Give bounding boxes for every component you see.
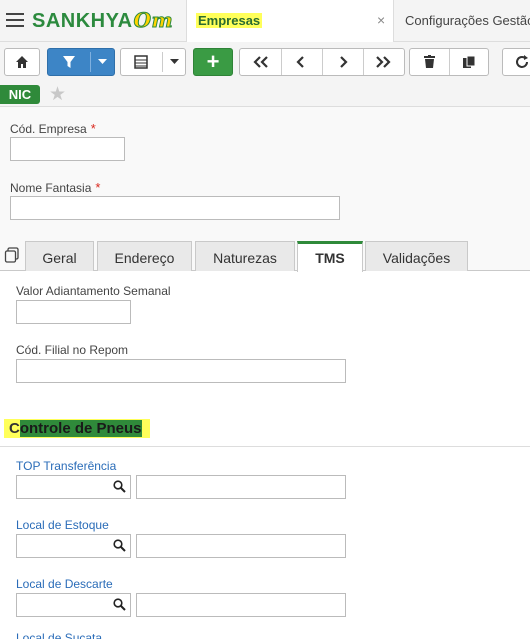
label-text: Cód. Empresa <box>10 122 87 136</box>
cod-empresa-input[interactable] <box>10 137 125 161</box>
top-transferencia-input[interactable] <box>16 475 131 499</box>
first-icon[interactable] <box>252 56 270 68</box>
home-icon <box>16 56 28 68</box>
chevron-down-icon[interactable] <box>98 59 107 65</box>
home-button[interactable] <box>4 48 40 76</box>
toolbar: + <box>0 42 530 82</box>
section-title: Controle de Pneus <box>4 419 150 438</box>
valor-adiantamento-label: Valor Adiantamento Semanal <box>16 284 171 298</box>
cod-empresa-label: Cód. Empresa * <box>10 121 96 136</box>
local-descarte-label[interactable]: Local de Descarte <box>16 577 113 591</box>
last-icon[interactable] <box>374 56 392 68</box>
tab-tms[interactable]: TMS <box>297 241 363 272</box>
brand-suffix: Om <box>133 8 174 33</box>
refresh-icon <box>516 55 528 68</box>
prev-icon[interactable] <box>296 56 306 68</box>
separator <box>449 49 450 75</box>
app-header: SANKHYAOm Empresas × Configurações Gestã… <box>0 0 530 42</box>
close-icon[interactable]: × <box>377 12 385 28</box>
add-button[interactable]: + <box>193 48 233 76</box>
tab-endereco[interactable]: Endereço <box>97 241 192 271</box>
required-mark: * <box>95 180 101 195</box>
brand-text: SANKHYA <box>32 10 133 32</box>
nome-fantasia-input[interactable] <box>10 196 340 220</box>
brand-logo: SANKHYAOm <box>32 8 173 34</box>
record-bar: NIC ★ <box>0 82 530 107</box>
filter-icon <box>63 56 75 68</box>
star-icon[interactable]: ★ <box>49 83 66 106</box>
local-descarte-input[interactable] <box>16 593 131 617</box>
chevron-down-icon[interactable] <box>170 59 179 65</box>
separator <box>90 52 91 72</box>
tab-empresas[interactable]: Empresas × <box>186 0 394 42</box>
delete-copy-group <box>409 48 489 76</box>
search-icon[interactable] <box>113 598 126 611</box>
record-badge: NIC <box>0 85 40 104</box>
search-icon[interactable] <box>113 480 126 493</box>
menu-icon[interactable] <box>6 13 24 29</box>
trash-icon[interactable] <box>423 55 436 69</box>
refresh-button[interactable] <box>502 48 530 76</box>
separator <box>162 52 163 72</box>
local-descarte-description[interactable] <box>136 593 346 617</box>
local-sucata-label[interactable]: Local de Sucata <box>16 632 102 639</box>
top-transferencia-label[interactable]: TOP Transferência <box>16 459 116 473</box>
tab-validacoes[interactable]: Validações <box>365 241 468 271</box>
separator <box>363 49 364 75</box>
tab-empresas-label: Empresas <box>196 13 263 28</box>
local-estoque-description[interactable] <box>136 534 346 558</box>
search-icon[interactable] <box>113 539 126 552</box>
section-divider <box>0 446 530 447</box>
copy-icon[interactable] <box>462 55 476 69</box>
separator <box>322 49 323 75</box>
section-title-initial: C <box>9 420 20 437</box>
local-estoque-input[interactable] <box>16 534 131 558</box>
label-text: Nome Fantasia <box>10 181 92 195</box>
separator <box>281 49 282 75</box>
grid-button[interactable] <box>120 48 186 76</box>
top-transferencia-description[interactable] <box>136 475 346 499</box>
filter-button[interactable] <box>47 48 115 76</box>
required-mark: * <box>90 121 96 136</box>
record-navigation <box>239 48 405 76</box>
valor-adiantamento-input[interactable] <box>16 300 131 324</box>
tab-configuracoes[interactable]: Configurações Gestão <box>405 13 530 28</box>
local-estoque-label[interactable]: Local de Estoque <box>16 518 109 532</box>
section-title-text: ontrole de Pneus <box>19 420 142 437</box>
nome-fantasia-label: Nome Fantasia * <box>10 180 100 195</box>
next-icon[interactable] <box>338 56 348 68</box>
cod-filial-input[interactable] <box>16 359 346 383</box>
tab-naturezas[interactable]: Naturezas <box>195 241 295 271</box>
tab-geral[interactable]: Geral <box>25 241 94 271</box>
grid-icon <box>134 55 148 69</box>
copy-tabs-icon[interactable] <box>4 247 20 263</box>
cod-filial-label: Cód. Filial no Repom <box>16 343 129 357</box>
